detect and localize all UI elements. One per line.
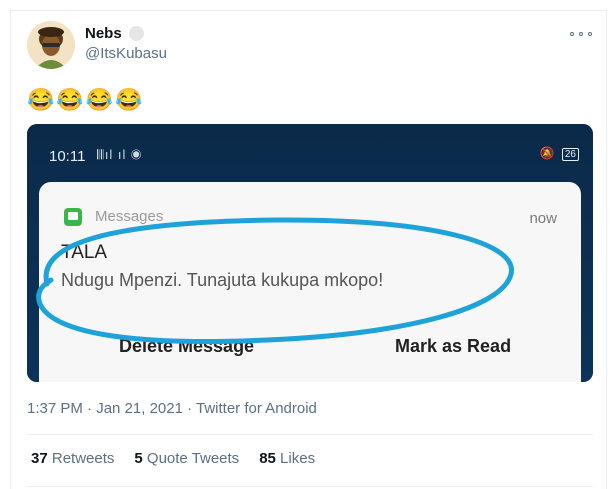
status-bar-right: 🔕 26 (540, 146, 579, 161)
retweets-label: Retweets (51, 450, 115, 467)
avatar-illustration (27, 21, 75, 69)
likes-label: Likes (280, 450, 316, 467)
meta-separator: · (182, 400, 196, 417)
engagement-stats: 37 Retweets 5 Quote Tweets 85 Likes (31, 450, 315, 467)
quotes-count: 5 (134, 450, 143, 467)
author-name[interactable]: Nebs (85, 25, 122, 42)
mute-icon: 🔕 (539, 146, 555, 160)
tweet-timestamp[interactable]: 1:37 PM · Jan 21, 2021 (27, 400, 183, 417)
likes-count: 85 (259, 450, 276, 467)
status-bar-time: 10:11 (49, 148, 86, 165)
notification-app-name: Messages (95, 208, 164, 225)
battery-icon: 26 (561, 148, 579, 161)
more-icon[interactable] (570, 27, 592, 41)
tweet-text: 😂😂😂😂 (27, 87, 145, 112)
verified-badge-icon (129, 26, 144, 41)
notification-card: Messages now TALA Ndugu Mpenzi. Tunajuta… (39, 182, 581, 382)
more-dot (579, 32, 583, 36)
tweet-meta: 1:37 PM · Jan 21, 2021 · Twitter for And… (27, 400, 317, 417)
retweets-stat[interactable]: 37 Retweets (31, 450, 114, 467)
notification-sender: TALA (61, 242, 108, 263)
likes-stat[interactable]: 85 Likes (259, 450, 315, 467)
tweet-source[interactable]: Twitter for Android (196, 400, 317, 417)
more-dot (588, 32, 592, 36)
divider (27, 434, 593, 435)
avatar[interactable] (27, 21, 75, 69)
notification-time: now (529, 210, 557, 227)
more-dot (570, 32, 574, 36)
retweets-count: 37 (31, 450, 48, 467)
quote-tweets-stat[interactable]: 5 Quote Tweets (134, 450, 239, 467)
tweet-media-image[interactable]: 10:11 𝄃𝄃ıl ıl ◉ 🔕 26 Messages now TALA N… (27, 124, 593, 382)
divider (27, 486, 593, 487)
signal-icon: 𝄃𝄃ıl ıl ◉ (97, 147, 143, 162)
delete-message-button: Delete Message (119, 336, 255, 356)
mark-as-read-button: Mark as Read (395, 336, 512, 356)
author-handle[interactable]: @ItsKubasu (85, 45, 167, 62)
notification-body: Ndugu Mpenzi. Tunajuta kukupa mkopo! (61, 270, 384, 290)
tweet-card: Nebs @ItsKubasu 😂😂😂😂 10:11 𝄃𝄃ıl ıl ◉ 🔕 2… (10, 10, 607, 489)
messages-app-icon (64, 208, 82, 226)
quotes-label: Quote Tweets (146, 450, 240, 467)
